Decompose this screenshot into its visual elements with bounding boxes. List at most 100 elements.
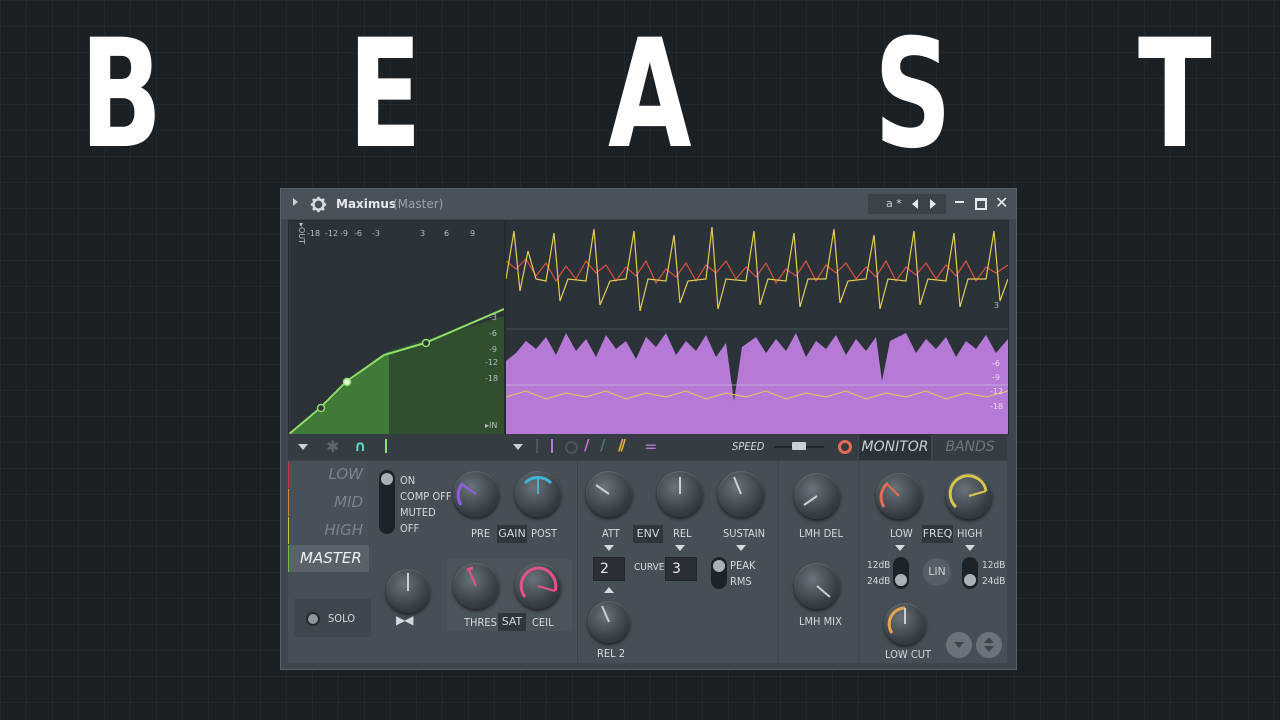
rel2-label: REL 2 [597,647,626,660]
low-12db-label: 12dB [867,560,891,571]
rms-label: RMS [730,575,752,588]
collapse-arrow-icon[interactable] [293,198,298,206]
title-letter-t: T [1138,8,1212,182]
high-arrow-icon[interactable] [965,545,975,551]
high-slope-switch[interactable] [962,557,978,589]
state-on[interactable]: ON [400,474,415,487]
solo-label: SOLO [328,612,355,625]
transfer-curve-graph[interactable]: ▸OUT -18 -12 -9 -6 -3 3 6 9 ▸IN [288,220,505,435]
tab-bands[interactable]: BANDS [933,434,1007,460]
rel2-arrow-icon[interactable] [604,587,614,593]
high-label: HIGH [957,527,983,540]
band-mid[interactable]: MID [289,489,369,516]
maximus-plugin-window: Maximus (Master) a * ✕ ▸OUT -18 -12 -9 -… [280,188,1017,670]
curve-green-icon[interactable]: / [600,436,605,454]
curve-purple-icon[interactable]: / [584,436,589,454]
preset-next-icon[interactable] [930,199,936,209]
tick-label: -6 [354,229,362,238]
state-switch[interactable] [379,470,395,534]
low-24db-label: 24dB [867,576,891,587]
curve-left-stepper[interactable]: 2 [593,557,625,581]
gear-icon[interactable] [310,196,327,213]
snowflake-icon[interactable]: ✱ [326,437,339,456]
tick-label: -3 [489,313,497,322]
post-gain-knob[interactable] [515,471,561,517]
waveform-display[interactable]: 9 6 3 3 -6 -9 -12 -18 [505,220,1009,435]
speed-slider-handle[interactable] [792,442,806,450]
curve-left-value: 2 [600,561,609,577]
att-arrow-icon[interactable] [604,545,614,551]
purple-marker-icon[interactable] [551,439,553,453]
sustain-arrow-icon[interactable] [736,545,746,551]
curve-orange-icon[interactable]: // [618,436,626,454]
tick-label: -18 [485,374,499,383]
sat-chip[interactable]: SAT [498,613,526,631]
rel-arrow-icon[interactable] [675,545,685,551]
tick-label: -9 [992,373,1000,382]
magnet-icon[interactable]: ∩ [354,437,366,455]
low-slope-switch[interactable] [893,557,909,589]
band-master[interactable]: MASTER [289,545,369,572]
pan-knob[interactable] [386,569,430,613]
maximize-icon[interactable] [975,198,987,210]
preset-prev-icon[interactable] [912,199,918,209]
band-low[interactable]: LOW [289,461,369,488]
waveform-svg [506,226,1008,434]
sustain-label: SUSTAIN [723,527,766,540]
curve-label: CURVE [634,562,665,573]
solo-button[interactable]: SOLO [294,599,371,637]
sustain-knob[interactable] [718,471,764,517]
wave-menu-arrow-icon[interactable] [513,444,523,450]
tick-label: -9 [489,345,497,354]
transfer-curve-svg[interactable] [289,221,504,434]
state-off[interactable]: OFF [400,522,419,535]
ceiling-knob[interactable] [515,563,561,609]
preset-box[interactable]: a * [868,194,946,214]
tab-monitor[interactable]: MONITOR [859,434,931,460]
env-chip[interactable]: ENV [633,525,663,543]
lmh-mix-label: LMH MIX [799,615,842,628]
state-comp-off[interactable]: COMP OFF [400,490,452,503]
display-toolbar: ✱ ∩ / / // = SPEED [288,434,858,460]
attack-knob[interactable] [586,471,632,517]
graph-menu-arrow-icon[interactable] [298,444,308,450]
band-high[interactable]: HIGH [289,517,369,544]
release-knob[interactable] [657,471,703,517]
threshold-knob[interactable] [453,563,499,609]
solo-led-icon [306,612,320,626]
title-bar[interactable]: Maximus (Master) a * ✕ [281,189,1016,219]
lin-button[interactable]: LIN [923,558,951,586]
state-muted[interactable]: MUTED [400,506,436,519]
release2-knob[interactable] [588,601,630,643]
low-freq-knob[interactable] [876,473,922,519]
high-freq-knob[interactable] [946,473,992,519]
circle-tool-icon[interactable] [565,441,578,454]
gain-chip[interactable]: GAIN [497,525,527,543]
title-letter-e: E [348,8,422,182]
peak-label: PEAK [730,559,756,572]
lmh-mix-knob[interactable] [794,563,840,609]
tick-label: -18 [307,229,321,238]
curve-right-stepper[interactable]: 3 [665,557,697,581]
high-12db-label: 12dB [982,560,1006,571]
window-subtitle: (Master) [393,197,444,211]
low-arrow-icon[interactable] [895,545,905,551]
tick-label: -12 [485,358,499,367]
scroll-down-button[interactable] [946,632,972,658]
tick-label: 9 [470,229,476,238]
peak-rms-switch[interactable] [711,557,727,589]
tick-label: -9 [340,229,348,238]
equals-icon[interactable]: = [644,437,657,456]
pre-gain-knob[interactable] [453,471,499,517]
lmh-delay-knob[interactable] [794,473,840,519]
freq-chip[interactable]: FREQ [922,525,953,543]
divider [536,439,538,453]
record-icon[interactable] [838,440,852,454]
out-label: ▸OUT [297,222,307,245]
minimize-icon[interactable] [955,201,964,203]
close-icon[interactable]: ✕ [995,194,1008,212]
green-marker-icon[interactable] [385,439,387,453]
scroll-updown-button[interactable] [976,632,1002,658]
low-cut-knob[interactable] [884,603,926,645]
low-cut-label: LOW CUT [885,648,932,661]
